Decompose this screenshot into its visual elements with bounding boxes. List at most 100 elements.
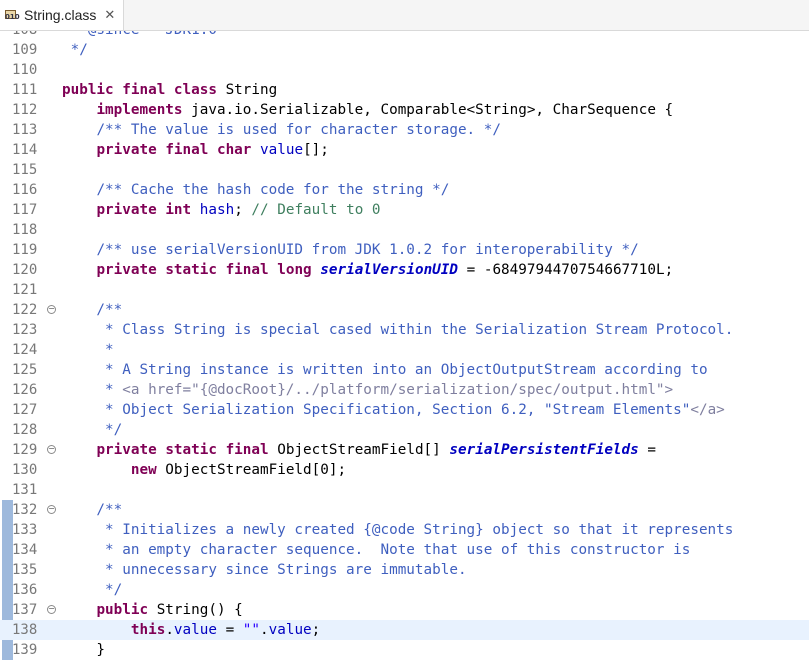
code-line[interactable]: 119 /** use serialVersionUID from JDK 1.… <box>0 240 809 260</box>
line-number: 112 <box>12 102 38 118</box>
code-text: this.value = "".value; <box>130 622 321 638</box>
code-line[interactable]: 127 * Object Serialization Specification… <box>0 400 809 420</box>
code-text: * Initializes a newly created {@code Str… <box>62 522 734 538</box>
line-number: 120 <box>12 262 38 278</box>
fold-collapse-icon[interactable]: − <box>47 305 56 314</box>
code-text: implements java.io.Serializable, Compara… <box>96 102 674 118</box>
code-editor[interactable]: 108 * @since JDK1.0109 */110111public fi… <box>0 31 809 663</box>
code-text: /** <box>62 302 123 318</box>
line-number: 123 <box>12 322 38 338</box>
line-number: 132 <box>12 502 38 518</box>
line-number: 125 <box>12 362 38 378</box>
code-line[interactable]: 123 * Class String is special cased with… <box>0 320 809 340</box>
code-line[interactable]: 139 } <box>0 640 809 660</box>
line-number: 128 <box>12 422 38 438</box>
line-number: 137 <box>12 602 38 618</box>
code-line[interactable]: 129− private static final ObjectStreamFi… <box>0 440 809 460</box>
line-number: 111 <box>12 82 38 98</box>
code-line[interactable]: 111 public final class String <box>0 80 809 100</box>
line-number: 118 <box>12 222 38 238</box>
code-text: public final class String <box>62 82 278 98</box>
code-text: /** <box>62 502 123 518</box>
fold-collapse-icon[interactable]: − <box>47 605 56 614</box>
line-number: 138 <box>12 622 38 638</box>
code-text: } <box>62 642 106 658</box>
line-number: 139 <box>12 642 38 658</box>
code-line[interactable]: 117 private int hash; // Default to 0 <box>0 200 809 220</box>
code-line[interactable]: 109 */ <box>0 40 809 60</box>
code-text: private static final long serialVersionU… <box>96 262 674 278</box>
line-number: 131 <box>12 482 38 498</box>
line-number: 126 <box>12 382 38 398</box>
close-icon[interactable]: ✕ <box>104 7 115 23</box>
code-line[interactable]: 137− public String() { <box>0 600 809 620</box>
line-number: 108 <box>12 31 50 40</box>
code-line[interactable]: 131 <box>0 480 809 500</box>
line-number: 109 <box>12 42 38 58</box>
code-text: * @since JDK1.0 <box>62 31 217 40</box>
code-line[interactable]: 113 /** The value is used for character … <box>0 120 809 140</box>
code-line[interactable]: 126 * <a href="{@docRoot}/../platform/se… <box>0 380 809 400</box>
line-number: 110 <box>12 62 38 78</box>
code-line[interactable]: 110 <box>0 60 809 80</box>
line-number: 114 <box>12 142 38 158</box>
code-text: * Object Serialization Specification, Se… <box>62 402 725 418</box>
code-text: new ObjectStreamField[0]; <box>130 462 347 478</box>
code-text: /** use serialVersionUID from JDK 1.0.2 … <box>96 242 639 258</box>
code-text: /** Cache the hash code for the string *… <box>96 182 450 198</box>
code-text: /** The value is used for character stor… <box>96 122 501 138</box>
code-line[interactable]: 128 */ <box>0 420 809 440</box>
code-line[interactable]: 116 /** Cache the hash code for the stri… <box>0 180 809 200</box>
code-line[interactable]: 120 private static final long serialVers… <box>0 260 809 280</box>
code-line[interactable]: 135 * unnecessary since Strings are immu… <box>0 560 809 580</box>
code-text: * Class String is special cased within t… <box>62 322 734 338</box>
line-number: 115 <box>12 162 38 178</box>
code-line[interactable]: 114 private final char value[]; <box>0 140 809 160</box>
code-text: */ <box>62 42 88 58</box>
tab-string-class[interactable]: 010 String.class ✕ <box>0 0 124 30</box>
line-number: 133 <box>12 522 38 538</box>
code-text: public String() { <box>96 602 243 618</box>
line-number: 135 <box>12 562 38 578</box>
code-line[interactable]: 124 * <box>0 340 809 360</box>
code-text: * <a href="{@docRoot}/../platform/serial… <box>62 382 674 398</box>
tab-title: String.class <box>24 7 97 23</box>
code-line[interactable]: 132− /** <box>0 500 809 520</box>
code-line[interactable]: 118 <box>0 220 809 240</box>
line-number: 122 <box>12 302 38 318</box>
fold-collapse-icon[interactable]: − <box>47 505 56 514</box>
code-text: private static final ObjectStreamField[]… <box>96 442 656 458</box>
code-text: private final char value[]; <box>96 142 329 158</box>
code-text: * an empty character sequence. Note that… <box>62 542 691 558</box>
line-number: 136 <box>12 582 38 598</box>
line-number: 117 <box>12 202 38 218</box>
line-number: 121 <box>12 282 38 298</box>
line-number: 113 <box>12 122 38 138</box>
code-line[interactable]: 125 * A String instance is written into … <box>0 360 809 380</box>
line-number: 124 <box>12 342 38 358</box>
code-line[interactable]: 134 * an empty character sequence. Note … <box>0 540 809 560</box>
fold-collapse-icon[interactable]: − <box>47 445 56 454</box>
class-file-icon: 010 <box>5 8 20 22</box>
line-number: 116 <box>12 182 38 198</box>
code-line[interactable]: 115 <box>0 160 809 180</box>
editor-tab-bar: 010 String.class ✕ <box>0 0 809 31</box>
code-line[interactable]: 130 new ObjectStreamField[0]; <box>0 460 809 480</box>
code-text: * unnecessary since Strings are immutabl… <box>62 562 467 578</box>
code-line[interactable]: 121 <box>0 280 809 300</box>
line-number: 130 <box>12 462 38 478</box>
code-text: * A String instance is written into an O… <box>62 362 708 378</box>
code-line[interactable]: 122− /** <box>0 300 809 320</box>
line-number: 119 <box>12 242 38 258</box>
code-line[interactable]: 138 this.value = "".value; <box>0 620 809 640</box>
code-text: */ <box>62 582 123 598</box>
code-line[interactable]: 136 */ <box>0 580 809 600</box>
code-text: * <box>62 342 114 358</box>
code-text: */ <box>62 422 123 438</box>
line-number: 134 <box>12 542 38 558</box>
code-line[interactable]: 112 implements java.io.Serializable, Com… <box>0 100 809 120</box>
code-text: private int hash; // Default to 0 <box>96 202 381 218</box>
code-line[interactable]: 133 * Initializes a newly created {@code… <box>0 520 809 540</box>
code-line[interactable]: 108 * @since JDK1.0 <box>0 31 809 40</box>
line-number: 129 <box>12 442 38 458</box>
